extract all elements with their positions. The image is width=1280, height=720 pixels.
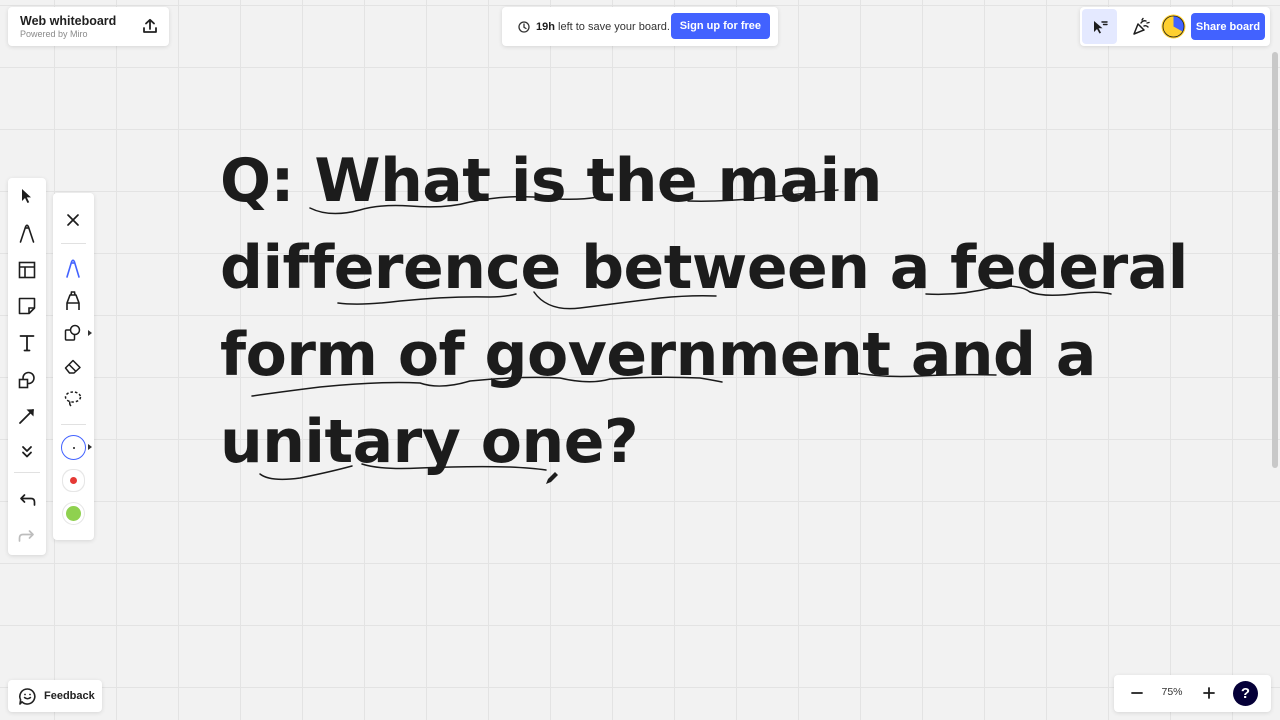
- smart-shape-icon: [64, 324, 81, 341]
- shapes-tool[interactable]: [12, 365, 42, 395]
- zoom-out-button[interactable]: [1124, 680, 1150, 706]
- sticky-note-tool[interactable]: [12, 291, 42, 321]
- undo-button[interactable]: [12, 485, 42, 515]
- arrow-icon: [19, 409, 34, 424]
- pen-icon: [19, 224, 35, 243]
- vertical-scrollbar[interactable]: [1272, 52, 1278, 468]
- question-line: unitary one?: [220, 407, 639, 477]
- save-board-banner: 19h left to save your board. Sign up for…: [502, 7, 778, 46]
- green-dot-icon: [66, 506, 81, 521]
- pen-cursor-icon: [546, 472, 558, 484]
- reactions-button[interactable]: [1123, 9, 1158, 44]
- chevron-double-down-icon: [22, 446, 32, 458]
- help-button[interactable]: ?: [1233, 681, 1258, 706]
- pen-icon: [66, 259, 80, 278]
- color-options-caret[interactable]: [88, 444, 92, 450]
- time-left: 19h: [536, 20, 555, 33]
- eraser-option[interactable]: [58, 351, 88, 381]
- share-board-button[interactable]: Share board: [1191, 13, 1265, 40]
- zoom-controls: 75% ?: [1114, 675, 1271, 712]
- save-reminder-text: 19h left to save your board.: [536, 21, 670, 33]
- board-title[interactable]: Web whiteboard: [20, 14, 116, 28]
- toolbar-divider: [14, 472, 40, 473]
- question-line: Q: What is the main: [220, 146, 882, 216]
- upload-icon: [143, 18, 157, 33]
- redo-icon: [18, 530, 34, 542]
- canvas-text-block[interactable]: Q: What is the main difference between a…: [220, 138, 1188, 486]
- selected-dot-icon: [72, 446, 75, 449]
- color-swatch-white[interactable]: [61, 435, 86, 460]
- close-icon: [67, 214, 79, 226]
- more-tools-button[interactable]: [12, 437, 42, 467]
- marker-option[interactable]: [58, 286, 88, 316]
- pen-option[interactable]: [58, 253, 88, 283]
- signup-button[interactable]: Sign up for free: [670, 13, 770, 39]
- party-popper-icon: [1132, 17, 1150, 35]
- zoom-in-button[interactable]: [1196, 680, 1222, 706]
- pen-panel-divider: [61, 243, 86, 244]
- shapes-icon: [18, 371, 35, 389]
- shape-options-caret[interactable]: [88, 330, 92, 336]
- export-button[interactable]: [139, 15, 161, 37]
- pen-tool[interactable]: [12, 218, 42, 248]
- top-right-panel: Share board: [1080, 7, 1270, 46]
- plus-icon: [1203, 687, 1215, 699]
- undo-icon: [20, 494, 36, 506]
- feedback-button[interactable]: Feedback: [8, 680, 102, 712]
- time-left-label: left to save your board.: [554, 20, 670, 33]
- redo-button[interactable]: [12, 521, 42, 551]
- red-dot-icon: [70, 477, 77, 484]
- avatar-pie-icon: [1161, 14, 1186, 39]
- chat-bubble-icon: [19, 687, 36, 705]
- lasso-icon: [64, 391, 82, 407]
- minus-icon: [1131, 692, 1143, 694]
- board-subtitle: Powered by Miro: [20, 28, 88, 39]
- arrow-tool[interactable]: [12, 401, 42, 431]
- sticky-note-icon: [18, 297, 36, 315]
- zoom-level[interactable]: 75%: [1157, 686, 1187, 698]
- clock-icon: [518, 20, 530, 33]
- marker-icon: [66, 291, 80, 310]
- cursor-icon: [22, 189, 31, 203]
- color-swatch-red[interactable]: [61, 468, 86, 493]
- color-swatch-green[interactable]: [61, 501, 86, 526]
- feedback-label: Feedback: [44, 690, 95, 702]
- user-avatar[interactable]: [1161, 14, 1186, 39]
- board-info-panel: Web whiteboard Powered by Miro: [8, 7, 169, 46]
- pen-options-panel: [53, 193, 94, 540]
- lasso-option[interactable]: [58, 384, 88, 414]
- shape-recognizer-option[interactable]: [58, 318, 88, 348]
- question-line: difference between a federal: [220, 233, 1188, 303]
- select-tool[interactable]: [12, 181, 42, 211]
- eraser-icon: [64, 359, 81, 374]
- text-icon: [19, 335, 35, 352]
- layout-icon: [18, 261, 36, 279]
- cursor-filter-icon: [1093, 20, 1108, 33]
- close-pen-panel-button[interactable]: [58, 205, 88, 235]
- question-line: form of government and a: [220, 320, 1096, 390]
- templates-tool[interactable]: [12, 255, 42, 285]
- main-toolbar: [8, 178, 46, 555]
- text-tool[interactable]: [12, 328, 42, 358]
- collaborator-cursors-button[interactable]: [1082, 9, 1117, 44]
- pen-panel-divider: [61, 424, 86, 425]
